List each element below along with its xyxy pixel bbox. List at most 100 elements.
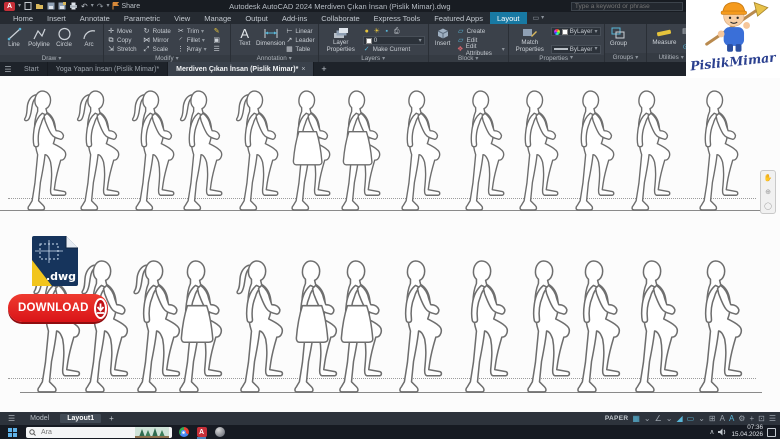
snap-mode-icon[interactable]: ⌄ [644, 415, 651, 423]
properties-panel-label[interactable]: Properties▾ [509, 55, 604, 62]
polar-tracking-icon[interactable]: ∠ [655, 415, 662, 423]
layout1-tab[interactable]: Layout1 [60, 414, 101, 423]
modify-more-icon[interactable]: ☰ [213, 45, 221, 54]
ribbon-display-toggle[interactable]: ▭▾ [527, 12, 551, 24]
text-tool-button[interactable]: A Text [234, 26, 256, 55]
save-as-icon[interactable] [58, 2, 66, 10]
dimension-tool-button[interactable]: Dimension [259, 26, 283, 55]
file-tab-1[interactable]: Yoga Yapan İnsan (Pislik Mimar)* [48, 62, 168, 76]
hardware-accel-icon[interactable]: ⊡ [758, 415, 765, 423]
scale-tool-button[interactable]: ⤢Scale [143, 45, 171, 54]
layers-panel-label[interactable]: Layers▾ [319, 55, 428, 62]
group-button[interactable]: Group [608, 26, 630, 53]
download-button[interactable]: DOWNLOAD [8, 294, 108, 322]
fillet-tool-button[interactable]: ◜Fillet▾ [177, 36, 207, 45]
ribbon-tab-home[interactable]: Home [6, 12, 40, 24]
layer-on-icon[interactable]: ● [363, 28, 371, 35]
file-tabs-menu-icon[interactable]: ☰ [0, 62, 16, 76]
layer-dropdown[interactable]: 0 ▾ [363, 36, 425, 45]
stretch-tool-button[interactable]: ⇲Stretch [107, 45, 137, 54]
measure-button[interactable]: Measure [650, 26, 678, 53]
selection-cycling-icon[interactable]: ⊞ [709, 415, 716, 423]
ribbon-tab-layout[interactable]: Layout [490, 12, 527, 24]
workspace-gear-icon[interactable]: ⚙ [738, 415, 745, 423]
mirror-tool-button[interactable]: ⋈Mirror [143, 36, 171, 45]
layer-plot-icon[interactable]: ⎙ [393, 28, 401, 35]
grid-icon[interactable]: ▦ [632, 415, 640, 423]
taskbar-search-input[interactable] [39, 428, 132, 437]
modify-panel-label[interactable]: Modify▾ [104, 55, 230, 62]
ribbon-tab-express-tools[interactable]: Express Tools [367, 12, 428, 24]
volume-icon[interactable] [718, 428, 727, 436]
drawing-canvas[interactable]: ✋ ⊕ ◯ [0, 76, 780, 412]
ribbon-tab-annotate[interactable]: Annotate [73, 12, 117, 24]
ribbon-tab-parametric[interactable]: Parametric [117, 12, 167, 24]
explode-tool-button[interactable]: ▣ [213, 36, 221, 45]
lineweight-dropdown[interactable]: ByLayer ▾ [551, 45, 601, 54]
file-tab-2[interactable]: Merdiven Çıkan İnsan (Pislik Mimar)*× [168, 62, 314, 76]
erase-tool-button[interactable]: ✎ [213, 27, 221, 36]
ribbon-tab-manage[interactable]: Manage [197, 12, 238, 24]
taskbar-clock[interactable]: 07:36 15.04.2026 [731, 425, 763, 438]
match-properties-button[interactable]: Match Properties [512, 26, 548, 55]
ribbon-tab-view[interactable]: View [167, 12, 197, 24]
leader-button[interactable]: ↗Leader [285, 36, 314, 45]
customization-menu-icon[interactable]: ☰ [769, 415, 776, 423]
annotation-visibility-icon[interactable]: A [720, 415, 725, 423]
undo-icon[interactable]: ↶ [81, 2, 88, 11]
share-button[interactable]: Share [112, 2, 140, 10]
draw-panel-label[interactable]: Draw▾ [0, 55, 103, 62]
table-button[interactable]: ▦Table [285, 45, 314, 54]
layer-thaw-icon[interactable]: ☀ [373, 28, 381, 35]
layer-lock-icon[interactable]: ▪ [383, 28, 391, 35]
keyword-search-input[interactable] [571, 2, 683, 11]
arc-tool-button[interactable]: Arc [78, 26, 100, 55]
app-taskbar-icon[interactable] [213, 426, 226, 438]
object-color-dropdown[interactable]: ByLayer ▾ [551, 27, 601, 36]
create-block-button[interactable]: ▱Create [457, 27, 505, 36]
annotation-scale-icon[interactable]: A [729, 415, 734, 423]
ribbon-tab-featured-apps[interactable]: Featured Apps [427, 12, 490, 24]
save-icon[interactable] [47, 2, 55, 10]
taskbar-search[interactable] [26, 427, 172, 438]
chrome-taskbar-icon[interactable] [177, 426, 190, 438]
new-file-icon[interactable] [24, 2, 32, 10]
app-menu-button[interactable]: A [4, 2, 15, 11]
close-tab-icon[interactable]: × [301, 66, 305, 73]
autocad-taskbar-icon[interactable]: A [195, 426, 208, 438]
ribbon-tab-output[interactable]: Output [238, 12, 275, 24]
pan-icon[interactable]: ✋ [764, 174, 773, 182]
open-file-icon[interactable] [35, 2, 44, 10]
layer-properties-button[interactable]: Layer Properties [322, 26, 360, 55]
paper-space-label[interactable]: PAPER [605, 415, 628, 422]
redo-caret-icon[interactable]: ▾ [106, 3, 109, 9]
start-button[interactable] [8, 428, 17, 437]
redo-icon[interactable]: ↷ [97, 2, 104, 11]
dynamic-input-icon[interactable]: ▭ [687, 415, 695, 423]
zoom-icon[interactable]: ⊕ [765, 188, 771, 196]
new-drawing-tab-button[interactable]: + [314, 62, 333, 76]
tray-expand-icon[interactable]: ∧ [709, 428, 714, 436]
move-tool-button[interactable]: ✛Move [107, 27, 137, 36]
line-tool-button[interactable]: Line [3, 26, 25, 55]
ribbon-tab-collaborate[interactable]: Collaborate [314, 12, 366, 24]
status-menu-icon[interactable]: ☰ [4, 414, 19, 423]
model-tab[interactable]: Model [23, 414, 56, 423]
array-tool-button[interactable]: ⋮⋮Array▾ [177, 45, 207, 54]
circle-tool-button[interactable]: Circle [53, 26, 75, 55]
annotation-panel-label[interactable]: Annotation▾ [231, 55, 318, 62]
action-center-icon[interactable] [767, 428, 776, 437]
edit-attributes-button[interactable]: ❖Edit Attributes▾ [457, 45, 505, 54]
orbit-icon[interactable]: ◯ [764, 202, 772, 210]
trim-tool-button[interactable]: ✂Trim▾ [177, 27, 207, 36]
file-tab-start[interactable]: Start [16, 62, 48, 76]
linear-dim-button[interactable]: ⊢Linear [285, 27, 314, 36]
polyline-tool-button[interactable]: Polyline [28, 26, 50, 55]
object-snap-icon[interactable]: ◢ [676, 415, 682, 423]
block-panel-label[interactable]: Block▾ [429, 55, 508, 62]
navigation-bar[interactable]: ✋ ⊕ ◯ [760, 170, 776, 214]
ribbon-tab-add-ins[interactable]: Add-ins [275, 12, 314, 24]
make-current-button[interactable]: ✓Make Current [363, 45, 425, 54]
groups-panel-label[interactable]: Groups▾ [605, 53, 647, 62]
ribbon-tab-insert[interactable]: Insert [40, 12, 73, 24]
